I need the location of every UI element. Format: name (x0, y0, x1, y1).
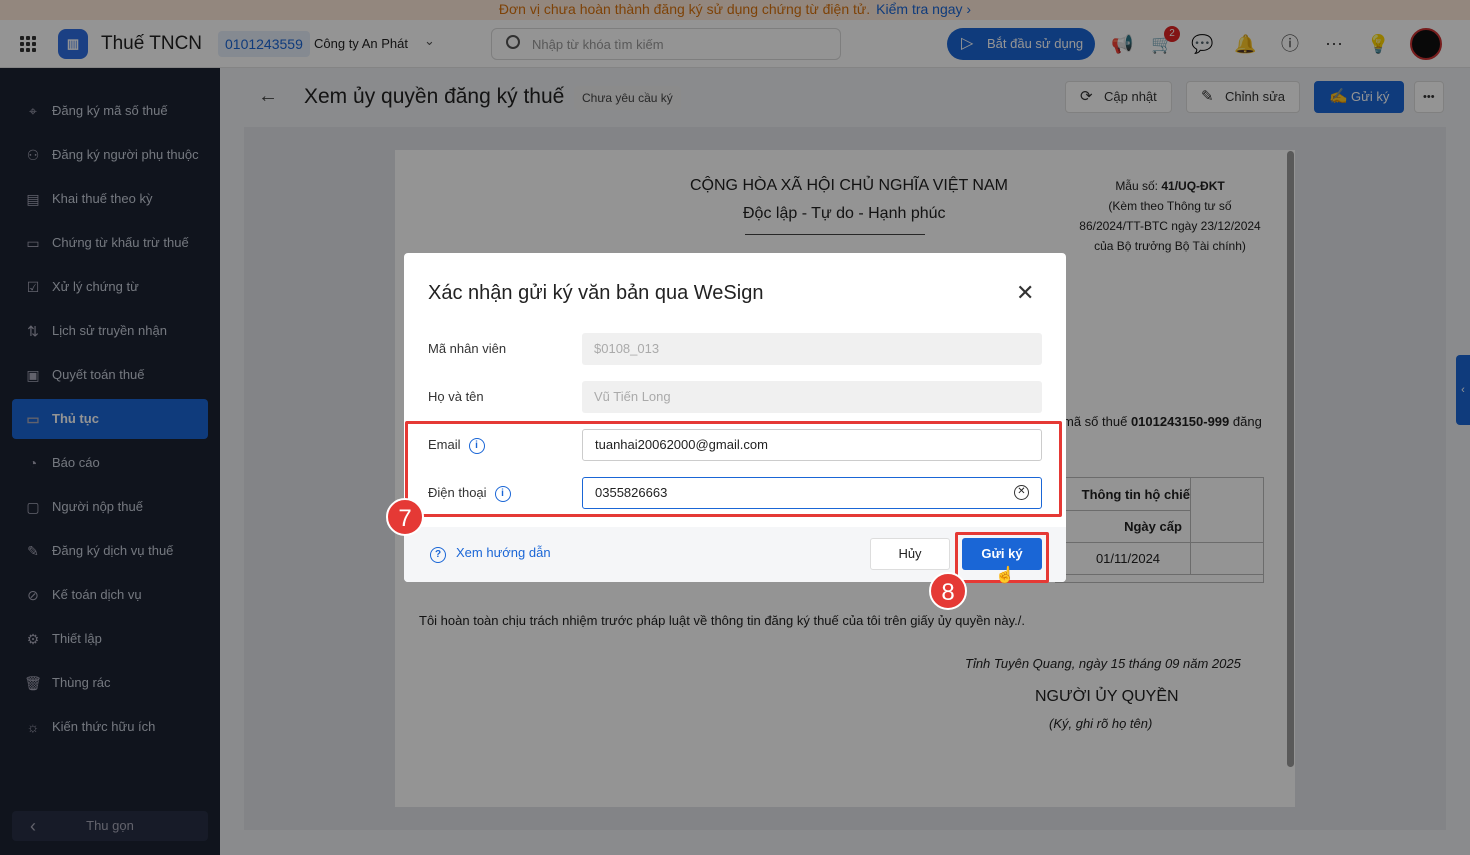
step-7-marker: 7 (386, 498, 424, 536)
employee-id-label: Mã nhân viên (428, 341, 507, 356)
cursor-hand-icon: ☝ (995, 567, 1015, 584)
cancel-button[interactable]: Hủy (870, 538, 950, 570)
close-icon[interactable]: ✕ (1016, 280, 1034, 306)
annotation-highlight-fields (405, 421, 1062, 517)
employee-id-field: $0108_013 (582, 333, 1042, 365)
help-icon: ? (430, 547, 446, 563)
dialog-title: Xác nhận gửi ký văn bản qua WeSign (428, 282, 764, 304)
guide-link[interactable]: ? Xem hướng dẫn (430, 545, 551, 563)
step-8-marker: 8 (929, 572, 967, 610)
full-name-field: Vũ Tiến Long (582, 381, 1042, 413)
full-name-label: Họ và tên (428, 389, 484, 404)
